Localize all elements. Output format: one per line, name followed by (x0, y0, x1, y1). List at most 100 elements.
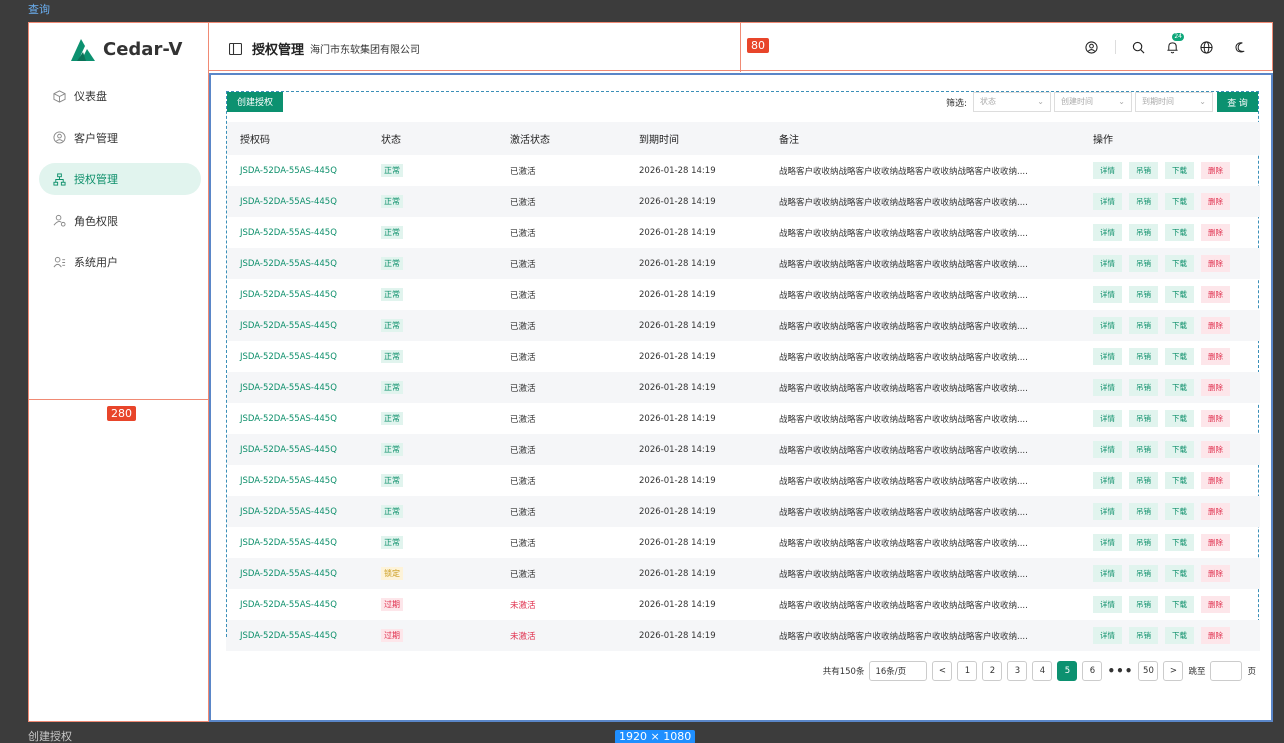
page-button[interactable]: 2 (982, 661, 1003, 681)
delete-button[interactable]: 删除 (1201, 348, 1230, 365)
account-button[interactable] (1079, 35, 1103, 59)
download-button[interactable]: 下载 (1165, 193, 1194, 210)
detail-button[interactable]: 详情 (1093, 472, 1122, 489)
create-license-button[interactable]: 创建授权 (227, 92, 284, 112)
license-code-link[interactable]: JSDA-52DA-55AS-445Q (240, 290, 337, 300)
detail-button[interactable]: 详情 (1093, 224, 1122, 241)
page-button[interactable]: 6 (1082, 661, 1103, 681)
download-button[interactable]: 下载 (1165, 379, 1194, 396)
detail-button[interactable]: 详情 (1093, 596, 1122, 613)
detail-button[interactable]: 详情 (1093, 534, 1122, 551)
notification-button[interactable]: 24 (1160, 33, 1184, 59)
revoke-button[interactable]: 吊销 (1129, 627, 1158, 644)
detail-button[interactable]: 详情 (1093, 503, 1122, 520)
sidebar-item-system-users[interactable]: 系统用户 (39, 246, 201, 278)
license-code-link[interactable]: JSDA-52DA-55AS-445Q (240, 352, 337, 362)
jump-page-input[interactable] (1210, 661, 1243, 681)
download-button[interactable]: 下载 (1165, 286, 1194, 303)
sidebar-item-customers[interactable]: 客户管理 (39, 122, 201, 154)
delete-button[interactable]: 删除 (1201, 193, 1230, 210)
revoke-button[interactable]: 吊销 (1129, 162, 1158, 179)
detail-button[interactable]: 详情 (1093, 317, 1122, 334)
download-button[interactable]: 下载 (1165, 627, 1194, 644)
pagination-ellipsis[interactable]: ••• (1107, 664, 1133, 678)
sidebar-item-licenses[interactable]: 授权管理 (39, 163, 201, 195)
download-button[interactable]: 下载 (1165, 503, 1194, 520)
license-code-link[interactable]: JSDA-52DA-55AS-445Q (240, 197, 337, 207)
delete-button[interactable]: 删除 (1201, 565, 1230, 582)
delete-button[interactable]: 删除 (1201, 224, 1230, 241)
detail-button[interactable]: 详情 (1093, 627, 1122, 644)
delete-button[interactable]: 删除 (1201, 255, 1230, 272)
delete-button[interactable]: 删除 (1201, 441, 1230, 458)
license-code-link[interactable]: JSDA-52DA-55AS-445Q (240, 383, 337, 393)
license-code-link[interactable]: JSDA-52DA-55AS-445Q (240, 476, 337, 486)
license-code-link[interactable]: JSDA-52DA-55AS-445Q (240, 414, 337, 424)
page-button[interactable]: 3 (1007, 661, 1028, 681)
download-button[interactable]: 下载 (1165, 348, 1194, 365)
license-code-link[interactable]: JSDA-52DA-55AS-445Q (240, 228, 337, 238)
page-button[interactable]: 1 (957, 661, 978, 681)
revoke-button[interactable]: 吊销 (1129, 193, 1158, 210)
query-button[interactable]: 查 询 (1217, 92, 1258, 112)
download-button[interactable]: 下载 (1165, 596, 1194, 613)
download-button[interactable]: 下载 (1165, 224, 1194, 241)
download-button[interactable]: 下载 (1165, 410, 1194, 427)
revoke-button[interactable]: 吊销 (1129, 379, 1158, 396)
revoke-button[interactable]: 吊销 (1129, 348, 1158, 365)
detail-button[interactable]: 详情 (1093, 348, 1122, 365)
delete-button[interactable]: 删除 (1201, 317, 1230, 334)
language-button[interactable] (1194, 35, 1218, 59)
detail-button[interactable]: 详情 (1093, 441, 1122, 458)
created-time-select[interactable]: 创建时间 ⌄ (1054, 92, 1132, 112)
license-code-link[interactable]: JSDA-52DA-55AS-445Q (240, 507, 337, 517)
prev-page-button[interactable]: < (932, 661, 953, 681)
last-page-button[interactable]: 50 (1138, 661, 1159, 681)
detail-button[interactable]: 详情 (1093, 565, 1122, 582)
download-button[interactable]: 下载 (1165, 565, 1194, 582)
current-page-button[interactable]: 5 (1057, 661, 1078, 681)
license-code-link[interactable]: JSDA-52DA-55AS-445Q (240, 600, 337, 610)
delete-button[interactable]: 删除 (1201, 162, 1230, 179)
download-button[interactable]: 下载 (1165, 317, 1194, 334)
delete-button[interactable]: 删除 (1201, 503, 1230, 520)
detail-button[interactable]: 详情 (1093, 193, 1122, 210)
search-button[interactable] (1126, 35, 1150, 59)
delete-button[interactable]: 删除 (1201, 472, 1230, 489)
page-button[interactable]: 4 (1032, 661, 1053, 681)
sidebar-item-roles[interactable]: 角色权限 (39, 205, 201, 237)
delete-button[interactable]: 删除 (1201, 596, 1230, 613)
next-page-button[interactable]: > (1163, 661, 1184, 681)
revoke-button[interactable]: 吊销 (1129, 255, 1158, 272)
revoke-button[interactable]: 吊销 (1129, 472, 1158, 489)
theme-toggle-button[interactable] (1228, 35, 1252, 59)
download-button[interactable]: 下载 (1165, 255, 1194, 272)
logo[interactable]: Cedar-V (69, 36, 182, 62)
license-code-link[interactable]: JSDA-52DA-55AS-445Q (240, 321, 337, 331)
delete-button[interactable]: 删除 (1201, 286, 1230, 303)
download-button[interactable]: 下载 (1165, 472, 1194, 489)
license-code-link[interactable]: JSDA-52DA-55AS-445Q (240, 631, 337, 641)
revoke-button[interactable]: 吊销 (1129, 503, 1158, 520)
delete-button[interactable]: 删除 (1201, 379, 1230, 396)
revoke-button[interactable]: 吊销 (1129, 286, 1158, 303)
revoke-button[interactable]: 吊销 (1129, 317, 1158, 334)
revoke-button[interactable]: 吊销 (1129, 410, 1158, 427)
download-button[interactable]: 下载 (1165, 441, 1194, 458)
status-select[interactable]: 状态 ⌄ (973, 92, 1051, 112)
license-code-link[interactable]: JSDA-52DA-55AS-445Q (240, 166, 337, 176)
revoke-button[interactable]: 吊销 (1129, 534, 1158, 551)
detail-button[interactable]: 详情 (1093, 379, 1122, 396)
license-code-link[interactable]: JSDA-52DA-55AS-445Q (240, 445, 337, 455)
download-button[interactable]: 下载 (1165, 162, 1194, 179)
download-button[interactable]: 下载 (1165, 534, 1194, 551)
revoke-button[interactable]: 吊销 (1129, 441, 1158, 458)
detail-button[interactable]: 详情 (1093, 286, 1122, 303)
license-code-link[interactable]: JSDA-52DA-55AS-445Q (240, 569, 337, 579)
sidebar-item-dashboard[interactable]: 仪表盘 (39, 80, 201, 112)
delete-button[interactable]: 删除 (1201, 627, 1230, 644)
detail-button[interactable]: 详情 (1093, 255, 1122, 272)
delete-button[interactable]: 删除 (1201, 534, 1230, 551)
detail-button[interactable]: 详情 (1093, 410, 1122, 427)
delete-button[interactable]: 删除 (1201, 410, 1230, 427)
